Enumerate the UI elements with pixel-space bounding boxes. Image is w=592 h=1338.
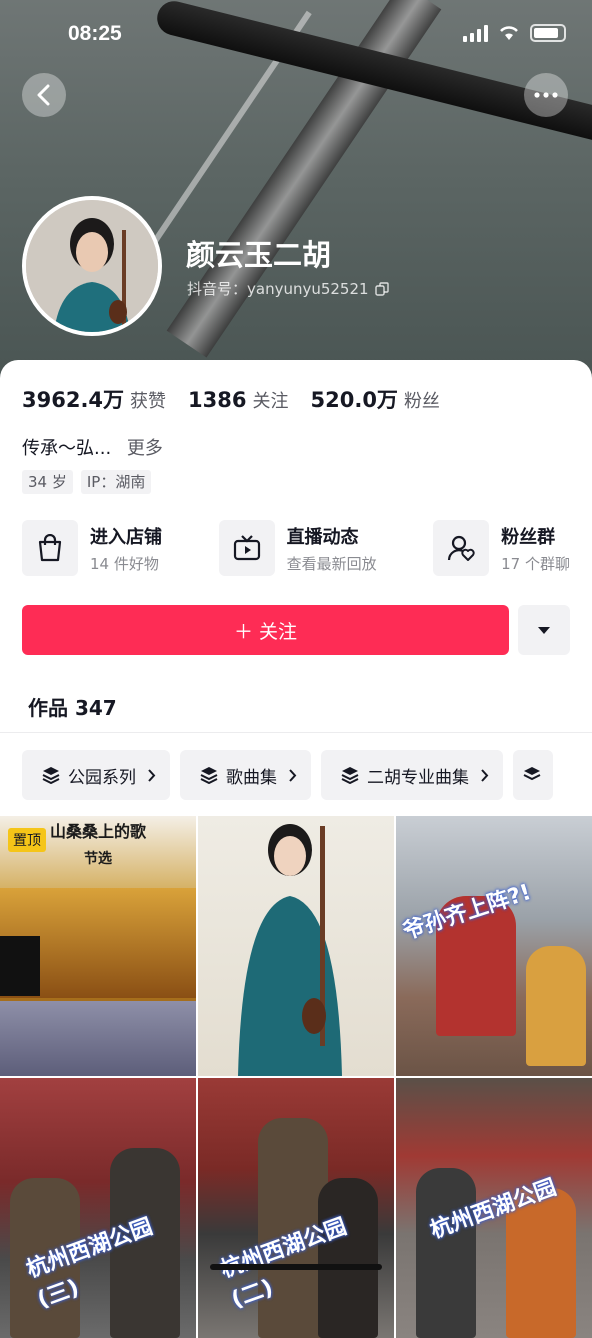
avatar[interactable] bbox=[22, 196, 162, 336]
douyin-id[interactable]: 抖音号：yanyunyu52521 bbox=[187, 278, 390, 299]
stat-value: 520.0万 bbox=[310, 388, 398, 412]
feature-fan-group[interactable]: 粉丝群 17 个群聊 bbox=[433, 520, 570, 576]
age-tag: 34 岁 bbox=[22, 470, 73, 494]
status-icons bbox=[463, 24, 566, 42]
ip-location-tag: IP：湖南 bbox=[80, 470, 152, 494]
profile-tags: 34 岁 IP：湖南 bbox=[22, 470, 152, 494]
pinned-badge: 置顶 bbox=[8, 828, 46, 852]
layers-icon bbox=[200, 767, 218, 784]
video-tile[interactable]: 爷孙齐上阵?! bbox=[396, 816, 592, 1076]
feature-subtitle: 查看最新回放 bbox=[286, 554, 377, 573]
stat-followers[interactable]: 520.0万 粉丝 bbox=[311, 384, 440, 414]
bio-text: 传承～弘... bbox=[22, 438, 112, 459]
video-subcaption: 节选 bbox=[84, 851, 112, 867]
collection-songs[interactable]: 歌曲集 bbox=[180, 750, 311, 800]
signal-icon bbox=[463, 24, 488, 42]
bio-more-link[interactable]: 更多 bbox=[127, 438, 163, 459]
video-tile[interactable]: 杭州西湖公园(三) bbox=[0, 1078, 196, 1338]
video-tile[interactable] bbox=[198, 816, 394, 1076]
more-options-button[interactable] bbox=[524, 73, 568, 117]
collection-label: 二胡专业曲集 bbox=[367, 767, 469, 788]
shopping-bag-icon bbox=[22, 520, 78, 576]
status-time: 08:25 bbox=[68, 22, 122, 45]
copy-icon[interactable] bbox=[375, 282, 390, 296]
video-tile[interactable]: 杭州西湖公园 bbox=[396, 1078, 592, 1338]
follow-button[interactable]: ＋ 关注 bbox=[22, 605, 509, 655]
collection-erhu-pro[interactable]: 二胡专业曲集 bbox=[321, 750, 503, 800]
layers-icon bbox=[523, 767, 541, 781]
feature-entries: 进入店铺 14 件好物 直播动态 查看最新回放 粉丝群 17 个群聊 bbox=[22, 520, 570, 576]
battery-icon bbox=[530, 24, 566, 42]
recommend-dropdown-button[interactable] bbox=[518, 605, 570, 655]
video-tile[interactable]: 置顶 山桑桑上的歌 节选 bbox=[0, 816, 196, 1076]
douyin-id-text: 抖音号：yanyunyu52521 bbox=[187, 280, 369, 298]
stat-label: 粉丝 bbox=[403, 391, 440, 412]
collection-park-series[interactable]: 公园系列 bbox=[22, 750, 170, 800]
video-grid: 置顶 山桑桑上的歌 节选 爷孙齐上阵?! 杭州西湖公园(三) 杭州西湖公园(二)… bbox=[0, 816, 592, 1338]
back-button[interactable] bbox=[22, 73, 66, 117]
video-tile[interactable]: 杭州西湖公园(二) bbox=[198, 1078, 394, 1338]
works-tab-title[interactable]: 作品 347 bbox=[28, 692, 117, 721]
chevron-right-icon bbox=[481, 768, 489, 782]
avatar-portrait bbox=[26, 200, 158, 332]
chevron-right-icon bbox=[289, 768, 297, 782]
home-indicator bbox=[210, 1264, 382, 1270]
caret-down-icon bbox=[538, 626, 550, 634]
feature-subtitle: 17 个群聊 bbox=[501, 554, 570, 573]
profile-stats: 3962.4万 获赞 1386 关注 520.0万 粉丝 bbox=[22, 384, 462, 414]
collection-label: 歌曲集 bbox=[226, 767, 277, 788]
tv-icon bbox=[218, 520, 275, 576]
video-caption: 山桑桑上的歌 bbox=[50, 822, 147, 841]
profile-name: 颜云玉二胡 bbox=[186, 238, 332, 272]
divider bbox=[0, 732, 592, 733]
collection-partial[interactable] bbox=[513, 750, 553, 800]
stat-following[interactable]: 1386 关注 bbox=[188, 387, 288, 413]
more-dots-icon bbox=[534, 92, 558, 98]
stat-value: 1386 bbox=[188, 388, 247, 412]
bio: 传承～弘... 更多 bbox=[22, 434, 163, 460]
chevron-right-icon bbox=[148, 768, 156, 782]
stat-value: 3962.4万 bbox=[22, 388, 125, 412]
stat-label: 关注 bbox=[252, 391, 289, 412]
feature-title: 粉丝群 bbox=[501, 526, 556, 548]
collections-row: 公园系列 歌曲集 二胡专业曲集 bbox=[22, 750, 553, 800]
feature-live[interactable]: 直播动态 查看最新回放 bbox=[218, 520, 377, 576]
chevron-left-icon bbox=[37, 84, 50, 106]
fan-group-icon bbox=[433, 520, 490, 576]
layers-icon bbox=[341, 767, 359, 784]
feature-subtitle: 14 件好物 bbox=[90, 554, 159, 573]
feature-title: 进入店铺 bbox=[90, 526, 162, 548]
wifi-icon bbox=[500, 26, 518, 40]
feature-shop[interactable]: 进入店铺 14 件好物 bbox=[22, 520, 162, 576]
video-thumbnail bbox=[238, 824, 342, 1076]
stat-likes[interactable]: 3962.4万 获赞 bbox=[22, 384, 166, 414]
layers-icon bbox=[42, 767, 60, 784]
stat-label: 获赞 bbox=[130, 391, 167, 412]
feature-title: 直播动态 bbox=[286, 526, 359, 548]
collection-label: 公园系列 bbox=[68, 767, 136, 788]
